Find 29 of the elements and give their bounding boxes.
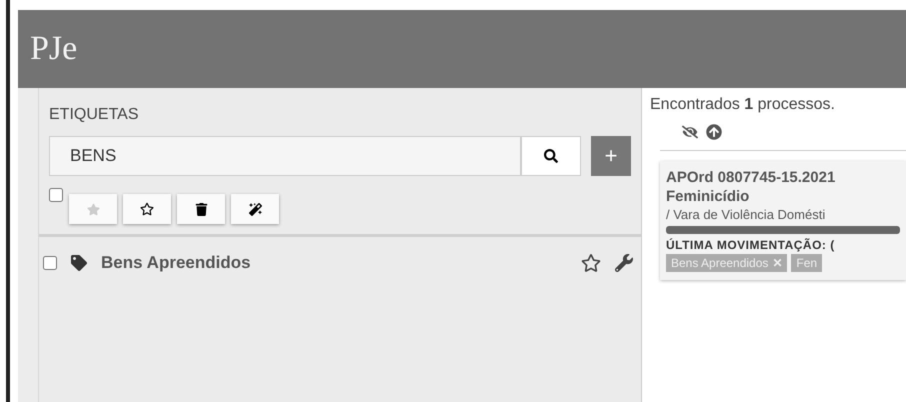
tag-icon	[71, 255, 87, 271]
trash-button[interactable]	[177, 194, 225, 224]
arrow-up-icon[interactable]	[706, 124, 722, 140]
star-icon[interactable]	[581, 253, 601, 273]
panel-title: ETIQUETAS	[49, 106, 140, 124]
magic-wand-icon	[248, 202, 262, 216]
court-name: / Vara de Violência Domésti	[666, 207, 826, 222]
tag-label: Bens Apreendidos	[671, 256, 768, 270]
star-icon	[86, 202, 100, 216]
process-number: APOrd 0807745-15.2021	[666, 169, 836, 186]
wrench-icon[interactable]	[615, 254, 633, 272]
magic-wand-button[interactable]	[231, 194, 279, 224]
star-outline-icon	[140, 202, 154, 216]
process-subject: Feminicídio	[666, 188, 750, 205]
label-checkbox[interactable]	[43, 256, 57, 270]
results-summary: Encontrados 1 processos.	[650, 96, 836, 114]
search-field[interactable]: BENS	[49, 136, 521, 176]
tag-label: Fen	[796, 256, 818, 270]
star-outline-button[interactable]	[123, 194, 171, 224]
select-all-checkbox[interactable]	[49, 188, 63, 202]
last-movement: ÚLTIMA MOVIMENTAÇÃO: (	[666, 238, 836, 252]
trash-icon	[194, 202, 208, 216]
label-name[interactable]: Bens Apreendidos	[101, 253, 567, 273]
search-icon	[544, 149, 558, 163]
add-button[interactable]: +	[591, 136, 631, 176]
logo: PJe	[30, 30, 78, 68]
star-button[interactable]	[69, 194, 117, 224]
search-button[interactable]	[521, 136, 581, 176]
eye-slash-icon[interactable]	[682, 124, 698, 140]
